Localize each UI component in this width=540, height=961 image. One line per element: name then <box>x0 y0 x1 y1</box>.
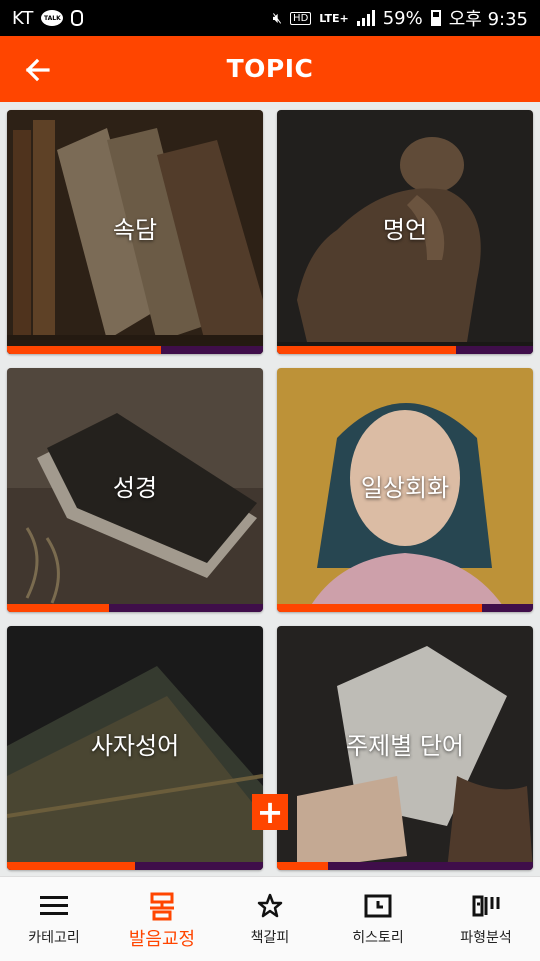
topic-card-bible[interactable]: 성경 <box>7 368 263 612</box>
app-header: TOPIC <box>0 36 540 102</box>
topic-progress <box>277 862 533 870</box>
arrow-left-icon <box>25 58 50 82</box>
nav-pronunciation[interactable]: 발음교정 <box>108 877 216 961</box>
nav-label: 히스토리 <box>352 930 404 946</box>
status-bar: KT TALK 🔇︎ HD LTE+ 59% 오후 9:35 <box>0 0 540 36</box>
battery-percent: 59% <box>382 7 423 29</box>
mute-icon: 🔇︎ <box>272 9 283 27</box>
topic-label: 일상회화 <box>360 473 450 502</box>
network-type: LTE+ <box>319 11 349 25</box>
nav-bookmark[interactable]: 책갈피 <box>216 877 324 961</box>
topic-progress <box>277 346 533 354</box>
nav-label: 파형분석 <box>460 930 512 946</box>
menu-icon <box>39 891 69 921</box>
topic-progress <box>7 862 263 870</box>
nav-label: 카테고리 <box>28 930 80 946</box>
topic-progress <box>7 346 263 354</box>
topic-label: 명언 <box>382 215 428 244</box>
topic-card-topic-words[interactable]: 주제별 단어 <box>277 626 533 870</box>
nav-label: 발음교정 <box>128 929 196 950</box>
progress-fill <box>7 604 110 612</box>
microphone-icon <box>71 10 84 26</box>
topic-label: 주제별 단어 <box>345 731 465 760</box>
carrier-label: KT <box>12 7 34 29</box>
battery-icon <box>430 10 441 26</box>
history-icon <box>364 891 392 921</box>
back-button[interactable] <box>18 50 58 90</box>
nav-label: 책갈피 <box>250 930 290 946</box>
topic-progress <box>277 604 533 612</box>
nav-history[interactable]: 히스토리 <box>324 877 432 961</box>
topic-card-quotes[interactable]: 명언 <box>277 110 533 354</box>
page-title: TOPIC <box>226 54 314 83</box>
star-icon <box>257 891 283 921</box>
topic-label: 사자성어 <box>90 731 180 760</box>
add-button[interactable]: + <box>252 794 288 830</box>
topic-grid: 속담 명언 성경 일상회화 사자성어 주제별 단어 <box>0 102 540 876</box>
signal-icon <box>356 10 375 26</box>
progress-fill <box>277 604 482 612</box>
progress-fill <box>277 862 329 870</box>
nav-category[interactable]: 카테고리 <box>0 877 108 961</box>
topic-label: 속담 <box>112 215 158 244</box>
topic-card-proverbs[interactable]: 속담 <box>7 110 263 354</box>
hd-icon: HD <box>290 11 312 25</box>
topic-card-daily-conversation[interactable]: 일상회화 <box>277 368 533 612</box>
progress-fill <box>277 346 457 354</box>
pronunciation-icon <box>147 891 177 921</box>
topic-progress <box>7 604 263 612</box>
clock: 오후 9:35 <box>448 9 528 30</box>
waveform-icon <box>471 891 501 921</box>
topic-label: 성경 <box>112 473 158 502</box>
nav-waveform[interactable]: 파형분석 <box>432 877 540 961</box>
topic-card-idioms[interactable]: 사자성어 <box>7 626 263 870</box>
kakaotalk-icon: TALK <box>41 10 64 26</box>
progress-fill <box>7 346 161 354</box>
progress-fill <box>7 862 135 870</box>
bottom-navigation: 카테고리 발음교정 책갈피 히스토리 파형분석 <box>0 876 540 961</box>
